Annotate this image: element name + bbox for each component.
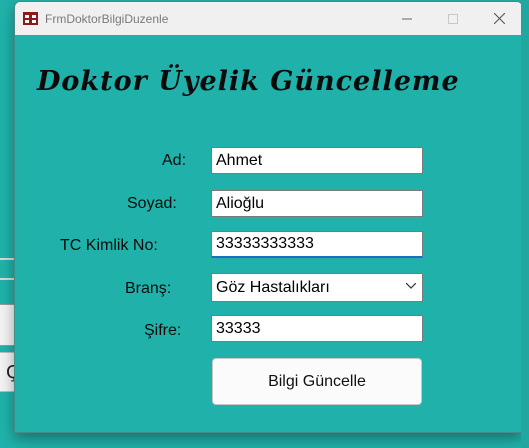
soyad-input[interactable] [211, 190, 423, 217]
maximize-button[interactable] [430, 2, 476, 35]
maximize-icon [448, 13, 458, 24]
brans-label: Branş: [125, 280, 172, 297]
tc-kimlik-label: TC Kimlik No: [60, 237, 158, 254]
close-button[interactable] [476, 2, 522, 35]
ad-input[interactable] [211, 147, 423, 174]
background-window-edge [0, 278, 14, 280]
chevron-down-icon[interactable] [406, 283, 416, 289]
brans-selected-value: Göz Hastalıkları [216, 278, 330, 296]
doktor-bilgi-duzenle-window: FrmDoktorBilgiDuzenle Doktor Üyelik Günc… [14, 1, 523, 433]
sifre-input[interactable] [211, 315, 423, 342]
ad-label: Ad: [162, 152, 187, 169]
bilgi-guncelle-button[interactable]: Bilgi Güncelle [212, 358, 422, 405]
soyad-label: Soyad: [127, 195, 177, 212]
tc-kimlik-input[interactable] [211, 231, 423, 258]
page-title: Doktor Üyelik Güncelleme [37, 66, 460, 97]
minimize-icon [402, 18, 412, 19]
title-bar[interactable]: FrmDoktorBilgiDuzenle [15, 2, 522, 35]
close-icon [493, 13, 505, 24]
sifre-label: Şifre: [144, 322, 182, 339]
brans-select[interactable]: Göz Hastalıkları [211, 273, 423, 302]
app-form-icon [23, 11, 38, 26]
background-window-edge [0, 258, 14, 260]
window-title: FrmDoktorBilgiDuzenle [45, 11, 169, 26]
background-window-edge-right [521, 0, 529, 448]
minimize-button[interactable] [384, 2, 430, 35]
